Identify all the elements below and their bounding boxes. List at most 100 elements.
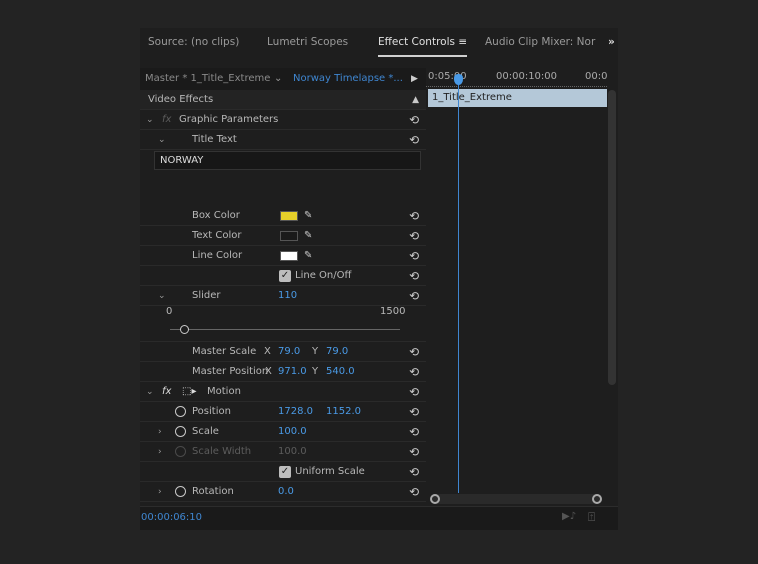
master-position-x-value[interactable]: 971.0	[278, 362, 307, 382]
ruler-ticks	[426, 83, 607, 87]
chevron-right-icon[interactable]: ›	[158, 482, 162, 502]
stopwatch-icon[interactable]	[175, 426, 186, 437]
graphic-parameters-row: ⌄ fx Graphic Parameters ⟲	[140, 110, 426, 130]
slider-value[interactable]: 110	[278, 286, 297, 306]
param-label: Scale	[192, 426, 219, 437]
timecode-ruler-2: 00:00:10:00	[496, 71, 558, 82]
y-label: Y	[312, 346, 319, 357]
x-label: X	[265, 366, 272, 377]
chevron-down-icon[interactable]: ⌄	[158, 286, 166, 306]
scale-value[interactable]: 100.0	[278, 422, 307, 442]
reset-icon[interactable]: ⟲	[409, 206, 419, 226]
stopwatch-icon[interactable]	[175, 406, 186, 417]
param-label: Slider	[192, 290, 221, 301]
tab-label: Effect Controls	[378, 36, 455, 48]
reset-icon[interactable]: ⟲	[409, 422, 419, 442]
reset-icon[interactable]: ⟲	[409, 442, 419, 462]
param-label: Master Scale	[192, 346, 257, 357]
fx-icon[interactable]: fx	[162, 110, 171, 130]
hamburger-icon[interactable]: ≡	[458, 36, 467, 48]
box-color-swatch[interactable]	[280, 211, 298, 221]
play-audio-icon[interactable]: ▶♪	[562, 511, 576, 522]
scrollbar-right-handle[interactable]	[592, 494, 602, 504]
footer-bar: 00:00:06:10 ▶♪ ⍐	[140, 506, 618, 530]
eyedropper-icon[interactable]: ✎	[304, 226, 312, 246]
uniform-scale-row: ✓ Uniform Scale ⟲	[140, 462, 426, 482]
rotation-row: › Rotation 0.0 ⟲	[140, 482, 426, 502]
position-y-value[interactable]: 1152.0	[326, 402, 361, 422]
reset-icon[interactable]: ⟲	[409, 482, 419, 502]
tab-audio-clip-mixer[interactable]: Audio Clip Mixer: Nor	[485, 36, 595, 48]
chevron-down-icon[interactable]: ⌄	[146, 382, 154, 402]
param-label: Position	[192, 406, 231, 417]
eyedropper-icon[interactable]: ✎	[304, 246, 312, 266]
double-chevron-right-icon[interactable]: »	[608, 36, 615, 48]
vertical-scrollbar[interactable]	[608, 90, 616, 385]
effect-name: Motion	[207, 386, 241, 397]
text-color-swatch[interactable]	[280, 231, 298, 241]
reset-icon[interactable]: ⟲	[409, 286, 419, 306]
param-label: Scale Width	[192, 446, 252, 457]
master-clip-label[interactable]: Master * 1_Title_Extreme	[145, 68, 270, 90]
reset-icon[interactable]: ⟲	[409, 362, 419, 382]
transform-box-icon[interactable]: ⬚▸	[182, 382, 196, 402]
video-effects-header: Video Effects ▲	[140, 90, 426, 110]
position-row: Position 1728.0 1152.0 ⟲	[140, 402, 426, 422]
tab-effect-controls[interactable]: Effect Controls ≡	[378, 36, 468, 57]
chevron-right-icon[interactable]: ›	[158, 422, 162, 442]
chevron-right-icon[interactable]: ›	[158, 442, 162, 462]
reset-icon[interactable]: ⟲	[409, 266, 419, 286]
playhead-handle[interactable]	[454, 74, 463, 85]
slider-track[interactable]	[170, 329, 400, 330]
param-label: Text Color	[192, 230, 242, 241]
x-label: X	[264, 346, 271, 357]
title-text-input[interactable]: NORWAY	[154, 151, 421, 170]
reset-icon[interactable]: ⟲	[409, 226, 419, 246]
reset-icon[interactable]: ⟲	[409, 462, 419, 482]
text-color-row: Text Color ✎ ⟲	[140, 226, 426, 246]
clip-bar[interactable]: 1_Title_Extreme	[428, 89, 607, 107]
master-position-y-value[interactable]: 540.0	[326, 362, 355, 382]
position-x-value[interactable]: 1728.0	[278, 402, 313, 422]
zoom-scrollbar[interactable]	[430, 494, 602, 504]
reset-icon[interactable]: ⟲	[409, 110, 419, 130]
clip-header: Master * 1_Title_Extreme ⌄ Norway Timela…	[140, 68, 426, 90]
sequence-clip-label[interactable]: Norway Timelapse *...	[293, 68, 403, 90]
current-timecode[interactable]: 00:00:06:10	[141, 512, 202, 523]
play-triangle-icon[interactable]: ▶	[411, 68, 418, 90]
master-scale-y-value[interactable]: 79.0	[326, 342, 348, 362]
stopwatch-icon[interactable]	[175, 486, 186, 497]
effect-controls-panel: Source: (no clips) Lumetri Scopes Effect…	[140, 28, 618, 530]
export-icon[interactable]: ⍐	[588, 510, 595, 525]
line-onoff-row: ✓ Line On/Off ⟲	[140, 266, 426, 286]
master-scale-x-value[interactable]: 79.0	[278, 342, 300, 362]
playhead-line[interactable]	[458, 76, 459, 493]
reset-icon[interactable]: ⟲	[409, 246, 419, 266]
scale-width-row: › Scale Width 100.0 ⟲	[140, 442, 426, 462]
line-onoff-checkbox[interactable]: ✓	[279, 270, 291, 282]
motion-row: ⌄ fx ⬚▸ Motion ⟲	[140, 382, 426, 402]
master-position-row: Master Position X 971.0 Y 540.0 ⟲	[140, 362, 426, 382]
fx-icon[interactable]: fx	[162, 382, 171, 402]
reset-icon[interactable]: ⟲	[409, 382, 419, 402]
timeline-area: 0:05:00 00:00:10:00 00:0 1_Title_Extreme	[426, 68, 607, 508]
line-color-row: Line Color ✎ ⟲	[140, 246, 426, 266]
line-color-swatch[interactable]	[280, 251, 298, 261]
collapse-up-icon[interactable]: ▲	[412, 90, 419, 110]
chevron-down-icon[interactable]: ⌄	[274, 68, 282, 90]
slider-track-row: 0 1500	[140, 306, 426, 342]
chevron-down-icon[interactable]: ⌄	[158, 130, 166, 150]
tab-lumetri-scopes[interactable]: Lumetri Scopes	[267, 36, 348, 48]
rotation-value[interactable]: 0.0	[278, 482, 294, 502]
eyedropper-icon[interactable]: ✎	[304, 206, 312, 226]
uniform-scale-checkbox[interactable]: ✓	[279, 466, 291, 478]
reset-icon[interactable]: ⟲	[409, 402, 419, 422]
scrollbar-left-handle[interactable]	[430, 494, 440, 504]
tab-source[interactable]: Source: (no clips)	[148, 36, 239, 48]
reset-icon[interactable]: ⟲	[409, 342, 419, 362]
section-label: Video Effects	[148, 94, 214, 105]
reset-icon[interactable]: ⟲	[409, 130, 419, 150]
slider-thumb[interactable]	[180, 325, 189, 334]
chevron-down-icon[interactable]: ⌄	[146, 110, 154, 130]
scale-width-value: 100.0	[278, 446, 307, 457]
